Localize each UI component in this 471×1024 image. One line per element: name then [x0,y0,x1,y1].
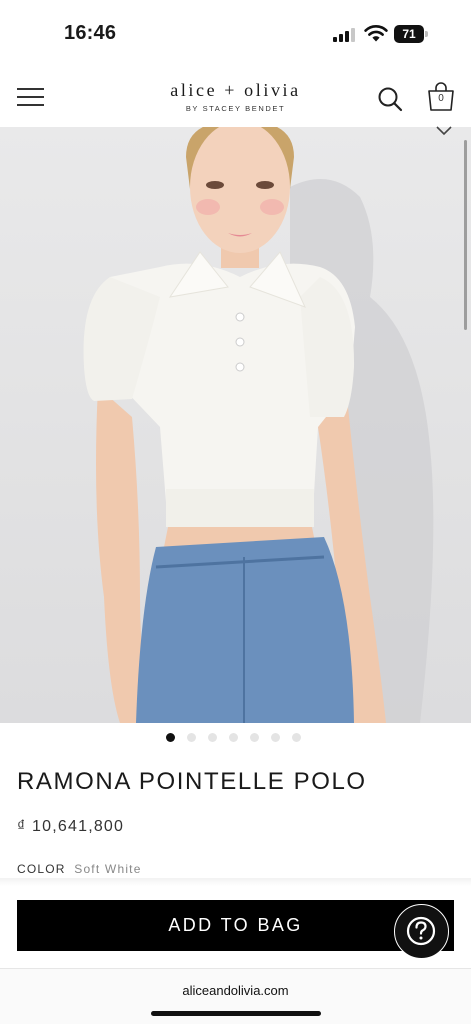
product-price: ₫ 10,641,800 [17,818,125,835]
status-time: 16:46 [64,22,117,44]
battery-level: 71 [394,25,424,43]
shopping-bag-button[interactable]: 0 [426,82,456,112]
sticky-bar-shadow [0,878,471,886]
scrollbar[interactable] [464,140,467,330]
cellular-signal-icon [333,28,357,42]
color-value: Soft White [74,862,142,876]
help-button[interactable] [394,904,449,959]
battery-icon: 71 [394,25,428,43]
gallery-dot[interactable] [229,733,238,742]
bag-count: 0 [438,93,444,104]
browser-address-bar[interactable]: aliceandolivia.com [0,968,471,1024]
add-to-bag-button[interactable]: ADD TO BAG [17,900,454,951]
gallery-pagination [166,733,301,742]
gallery-dot[interactable] [292,733,301,742]
gallery-dot[interactable] [271,733,280,742]
gallery-dot[interactable] [208,733,217,742]
search-icon[interactable] [377,86,403,112]
color-label: COLOR [17,862,66,876]
wifi-icon [364,25,388,42]
gallery-dot[interactable] [250,733,259,742]
model-photo [83,127,434,723]
gallery-dot[interactable] [166,733,175,742]
chevron-down-icon[interactable] [435,124,453,136]
product-image[interactable] [0,127,471,723]
home-indicator[interactable] [151,1011,321,1016]
gallery-dot[interactable] [187,733,196,742]
question-mark-icon [406,916,436,946]
product-title: RAMONA POINTELLE POLO [17,768,367,795]
status-bar: 16:46 71 [0,0,471,66]
url-text[interactable]: aliceandolivia.com [0,983,471,998]
color-selection: COLOR Soft White [17,862,142,876]
site-header: alice + olivia BY STACEY BENDET 0 [0,66,471,127]
